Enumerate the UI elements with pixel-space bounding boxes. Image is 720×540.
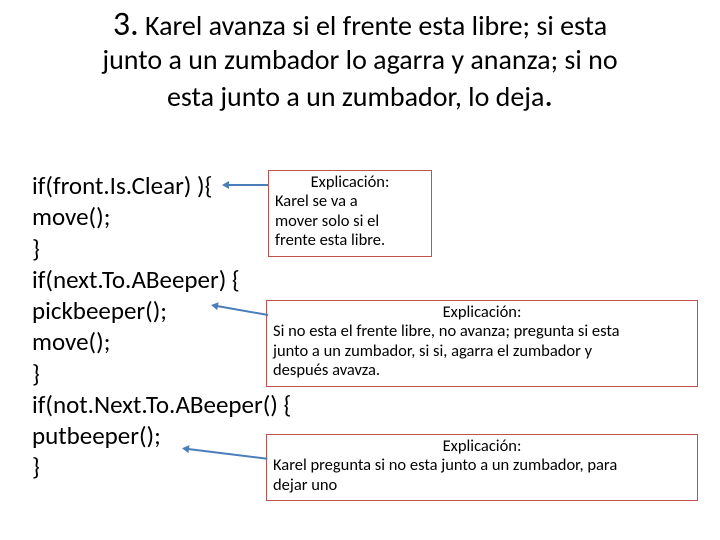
explanation-box-2: Explicación: Si no esta el frente libre,… (266, 300, 698, 387)
title-final-dot: . (544, 75, 553, 116)
title-line1: Karel avanza si el frente esta libre; si… (139, 8, 607, 43)
explanation-line: Karel se va a (275, 192, 425, 211)
title-line3: esta junto a un zumbador, lo deja (167, 79, 544, 114)
explanation-line: Si no esta el frente libre, no avanza; p… (273, 322, 691, 341)
slide: { "title": { "num": "3.", "text_line1": … (0, 0, 720, 540)
explanation-line: mover solo si el (275, 212, 425, 231)
code-line: } (32, 233, 291, 264)
code-line: if(front.Is.Clear) ){ (32, 170, 291, 201)
explanation-header: Explicación: (275, 173, 425, 192)
title-line2: junto a un zumbador lo agarra y ananza; … (102, 42, 617, 77)
arrow-icon (228, 184, 268, 186)
code-line: } (32, 358, 291, 389)
explanation-box-3: Explicación: Karel pregunta si no esta j… (266, 434, 698, 501)
explanation-header: Explicación: (273, 437, 691, 456)
explanation-line: después avavza. (273, 361, 691, 380)
explanation-line: dejar uno (273, 476, 691, 495)
code-line: if(next.To.ABeeper) { (32, 264, 291, 295)
explanation-line: frente esta libre. (275, 231, 425, 250)
code-line: if(not.Next.To.ABeeper() { (32, 389, 291, 420)
code-line: move(); (32, 326, 291, 357)
code-line: putbeeper(); (32, 420, 291, 451)
explanation-header: Explicación: (273, 303, 691, 322)
code-block: if(front.Is.Clear) ){ move(); } if(next.… (32, 170, 291, 483)
explanation-box-1: Explicación: Karel se va a mover solo si… (268, 170, 432, 257)
explanation-line: junto a un zumbador, si si, agarra el zu… (273, 342, 691, 361)
explanation-line: Karel pregunta si no esta junto a un zum… (273, 456, 691, 475)
title-number: 3. (113, 4, 139, 45)
slide-title: 3. Karel avanza si el frente esta libre;… (58, 5, 662, 115)
code-line: move(); (32, 201, 291, 232)
